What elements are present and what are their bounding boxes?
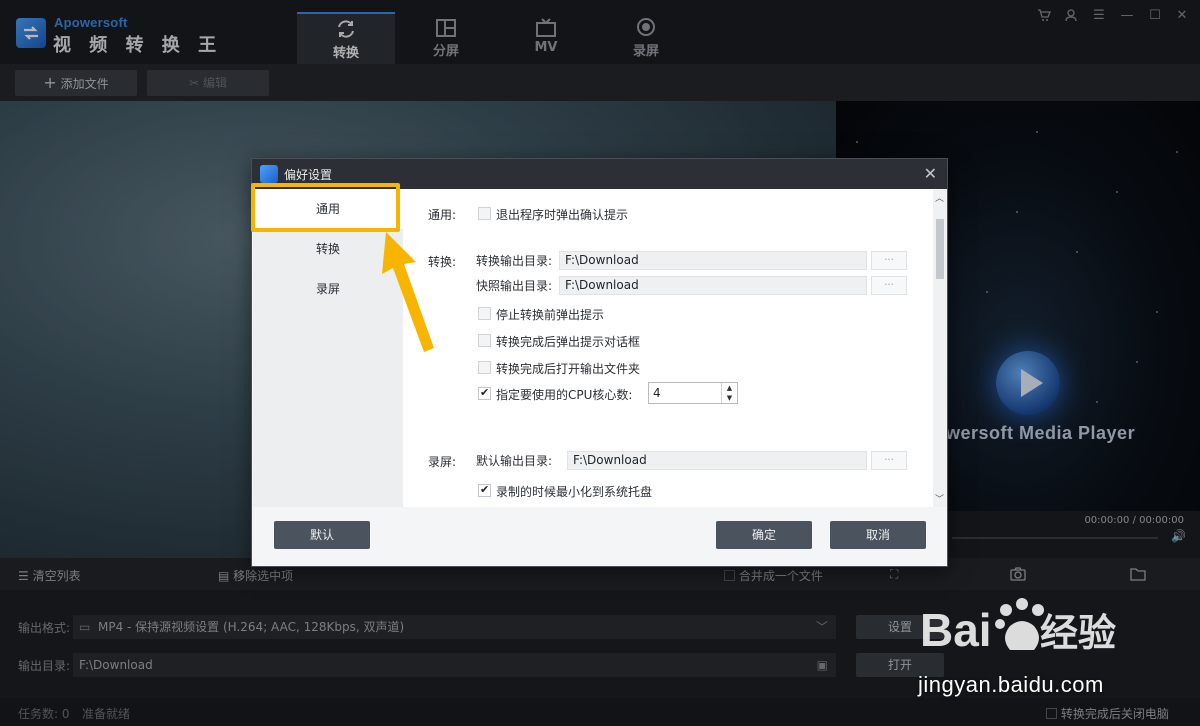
exit-confirm-box	[478, 207, 491, 220]
open-folder-label: 转换完成后打开输出文件夹	[496, 362, 641, 376]
convert-output-dir-field[interactable]: F:\Download	[559, 251, 867, 270]
minimize-tray-box	[478, 483, 491, 497]
cpu-cores-value: 4	[653, 386, 661, 400]
svg-text:经验: 经验	[1040, 611, 1116, 655]
cancel-button[interactable]: 取消	[830, 521, 926, 549]
annotation-arrow-icon	[382, 232, 434, 352]
dialog-scrollbar[interactable]: ︿ ﹀	[933, 189, 947, 507]
open-folder-checkbox[interactable]: 转换完成后打开输出文件夹	[478, 360, 640, 377]
minimize-tray-label: 录制的时候最小化到系统托盘	[496, 485, 653, 499]
scroll-up-icon[interactable]: ︿	[935, 191, 944, 204]
section-general-label: 通用:	[428, 208, 457, 222]
cpu-cores-checkbox[interactable]: 指定要使用的CPU核心数:	[478, 386, 632, 403]
stepper-arrows-icon[interactable]: ▲ ▼	[721, 383, 737, 403]
snapshot-dir-field[interactable]: F:\Download	[559, 276, 867, 295]
baidu-watermark-logo: Bai 经验	[920, 598, 1116, 656]
dialog-close-icon[interactable]: ✕	[924, 164, 937, 183]
stop-prompt-box	[478, 307, 491, 320]
done-prompt-box	[478, 334, 491, 347]
exit-confirm-checkbox[interactable]: 退出程序时弹出确认提示	[478, 206, 628, 223]
cpu-cores-box	[478, 386, 491, 400]
convert-output-dir-label: 转换输出目录:	[476, 254, 553, 268]
section-record-label: 录屏:	[428, 455, 457, 469]
cpu-cores-label: 指定要使用的CPU核心数:	[496, 388, 633, 402]
record-output-dir-label: 默认输出目录:	[476, 454, 553, 468]
cpu-cores-stepper[interactable]: 4 ▲ ▼	[648, 382, 738, 404]
minimize-tray-checkbox[interactable]: 录制的时候最小化到系统托盘	[478, 483, 652, 500]
dialog-app-icon	[260, 165, 278, 183]
scroll-thumb[interactable]	[936, 219, 944, 279]
snapshot-dir-label: 快照输出目录:	[476, 279, 553, 293]
exit-confirm-label: 退出程序时弹出确认提示	[496, 208, 629, 222]
dialog-content: 通用: 退出程序时弹出确认提示 转换: 转换输出目录: F:\Download …	[403, 189, 933, 507]
done-prompt-label: 转换完成后弹出提示对话框	[496, 335, 641, 349]
record-output-browse-button[interactable]: ···	[871, 451, 907, 470]
annotation-highlight-box	[251, 183, 400, 232]
svg-text:Bai: Bai	[920, 604, 992, 656]
done-prompt-checkbox[interactable]: 转换完成后弹出提示对话框	[478, 333, 640, 350]
convert-output-browse-button[interactable]: ···	[871, 251, 907, 270]
scroll-down-icon[interactable]: ﹀	[935, 492, 944, 505]
ok-button[interactable]: 确定	[716, 521, 812, 549]
open-folder-box	[478, 361, 491, 374]
watermark-url: jingyan.baidu.com	[918, 672, 1104, 697]
stop-prompt-checkbox[interactable]: 停止转换前弹出提示	[478, 306, 604, 323]
dialog-title: 偏好设置	[284, 168, 333, 182]
record-output-dir-field[interactable]: F:\Download	[567, 451, 867, 470]
stop-prompt-label: 停止转换前弹出提示	[496, 308, 605, 322]
default-button[interactable]: 默认	[274, 521, 370, 549]
snapshot-browse-button[interactable]: ···	[871, 276, 907, 295]
